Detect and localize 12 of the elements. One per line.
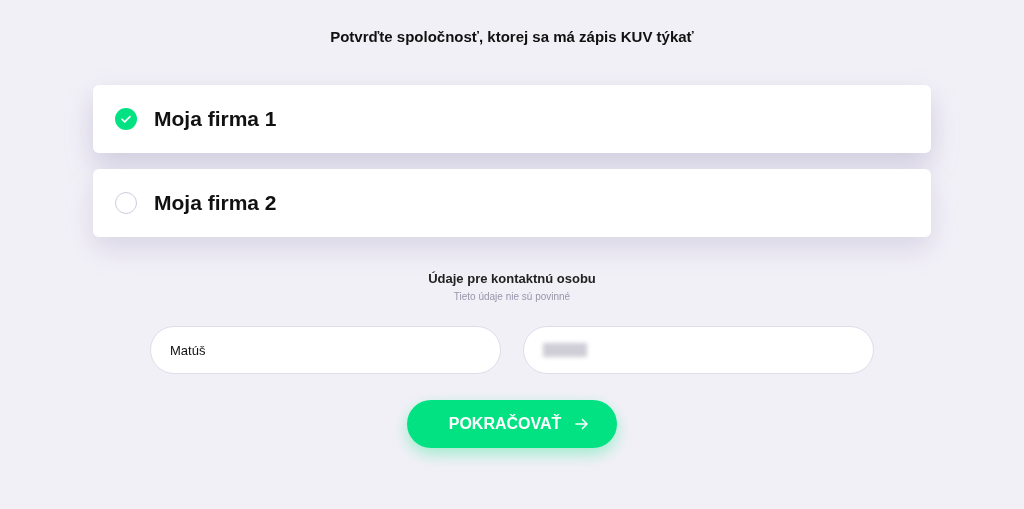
input-field[interactable]: Matúš [150,326,501,374]
checked-radio-icon[interactable] [115,108,137,130]
arrow-right-icon [575,418,590,430]
company-name: Moja firma 2 [154,191,277,215]
radio-icon[interactable] [115,192,137,214]
company-option[interactable]: Moja firma 1 [93,85,931,153]
section-heading: Údaje pre kontaktnú osobu [428,271,596,286]
company-name: Moja firma 1 [154,107,277,131]
company-option[interactable]: Moja firma 2 [93,169,931,237]
section-subtitle: Tieto údaje nie sú povinné [453,291,571,302]
input-field[interactable] [523,326,874,374]
page-title: Potvrďte spoločnosť, ktorej sa má zápis KUV týkať [330,28,694,47]
